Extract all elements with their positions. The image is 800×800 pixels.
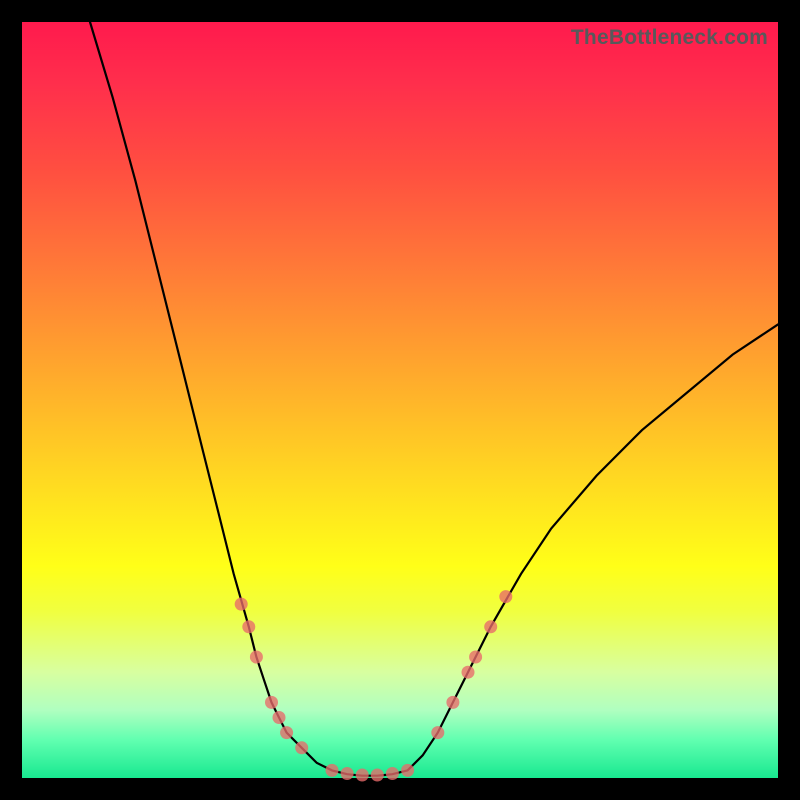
marker-dot [265, 696, 278, 709]
marker-dot [446, 696, 459, 709]
marker-dot [280, 726, 293, 739]
marker-dots [235, 590, 513, 781]
marker-dot [462, 666, 475, 679]
marker-dot [371, 769, 384, 782]
chart-frame: TheBottleneck.com [0, 0, 800, 800]
marker-dot [326, 764, 339, 777]
marker-dot [273, 711, 286, 724]
marker-dot [250, 651, 263, 664]
marker-dot [401, 764, 414, 777]
marker-dot [431, 726, 444, 739]
marker-dot [484, 620, 497, 633]
marker-dot [242, 620, 255, 633]
bottleneck-curve [90, 22, 778, 776]
curve-layer [22, 22, 778, 778]
marker-dot [499, 590, 512, 603]
marker-dot [295, 741, 308, 754]
marker-dot [469, 651, 482, 664]
marker-dot [341, 767, 354, 780]
marker-dot [356, 769, 369, 782]
plot-area: TheBottleneck.com [22, 22, 778, 778]
marker-dot [386, 767, 399, 780]
marker-dot [235, 598, 248, 611]
